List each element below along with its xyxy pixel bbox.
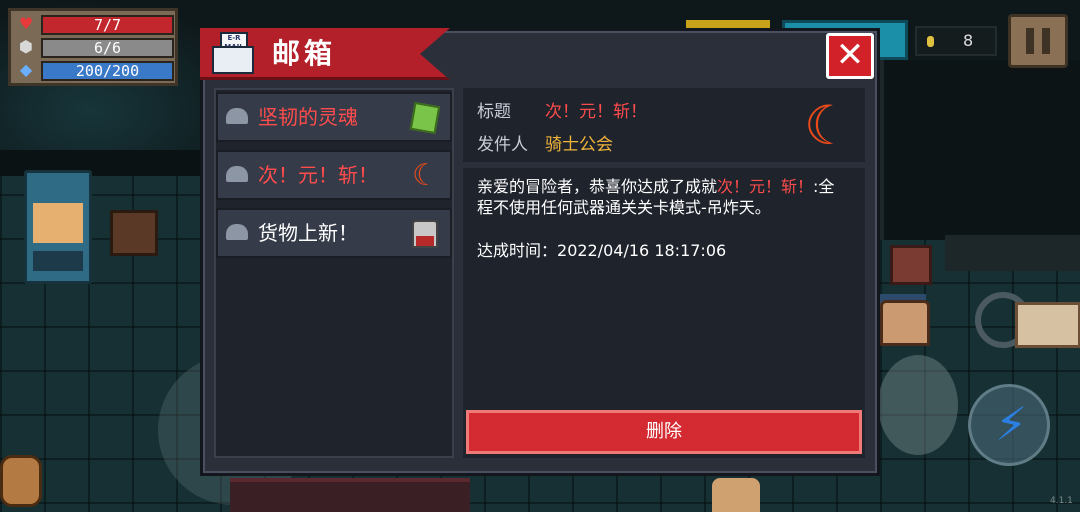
subject-value: 次！元！斩！ <box>545 102 647 122</box>
merchant-stall <box>230 478 470 512</box>
mail-item-new-goods[interactable]: 货物上新！ <box>216 208 452 258</box>
sender-value: 骑士公会 <box>545 135 613 155</box>
green-book-icon <box>409 101 441 135</box>
crescent-moon-icon: ☾ <box>803 94 853 157</box>
weapon-swap-widget[interactable] <box>975 282 1080 350</box>
supply-crate <box>890 245 932 285</box>
mail-item-label: 坚韧的灵魂 <box>258 105 358 129</box>
heart-icon: ♥ <box>18 14 34 33</box>
right-wall <box>880 60 1080 240</box>
mail-body-text: 亲爱的冒险者，恭喜你达成了成就次！元！斩！:全程不使用任何武器通关关卡模式-吊炸… <box>477 176 847 218</box>
pet-dog <box>0 455 42 507</box>
right-ledge <box>945 235 1080 271</box>
treasure-chest <box>110 210 158 256</box>
pause-button[interactable] <box>1008 14 1068 68</box>
mail-list-panel <box>214 88 454 458</box>
armor-bar: 6/6 <box>41 38 174 58</box>
lightning-icon: ⚡ <box>995 397 1028 451</box>
mail-item-label: 次！元！斩！ <box>258 163 378 187</box>
delete-button[interactable]: 删除 <box>466 410 862 454</box>
bottom-npc <box>712 478 760 512</box>
body-achievement: 次！元！斩！ <box>717 177 814 196</box>
coin-icon <box>927 36 934 47</box>
sender-label: 发件人 <box>477 135 528 155</box>
coin-count: 8 <box>963 31 974 50</box>
attack-button[interactable] <box>878 355 958 455</box>
player-stats-panel: ♥ 7/7 ⬢ 6/6 ◆ 200/200 <box>8 8 178 86</box>
envelope-icon <box>226 166 248 182</box>
crescent-moon-icon: ☾ <box>412 158 439 193</box>
mail-item-dimension-slash[interactable]: 次！元！斩！ ☾ <box>216 150 452 200</box>
pause-icon <box>1026 28 1050 54</box>
hp-bar: 7/7 <box>41 15 174 35</box>
time-label: 达成时间： <box>477 241 558 260</box>
close-button[interactable]: ✕ <box>826 33 874 79</box>
subject-label: 标题 <box>477 102 511 122</box>
version-label: 4.1.1 <box>1050 496 1073 506</box>
body-prefix: 亲爱的冒险者，恭喜你达成了成就 <box>477 177 718 196</box>
gacha-machine <box>24 170 92 284</box>
shield-icon: ⬢ <box>19 37 33 56</box>
time-value: 2022/04/16 18:17:06 <box>557 241 727 260</box>
mail-icon: E-R MAIL <box>212 32 258 76</box>
npc-character <box>880 300 930 346</box>
mail-item-label: 货物上新！ <box>258 221 358 245</box>
energy-bar: 200/200 <box>41 61 174 81</box>
envelope <box>212 46 254 74</box>
envelope-icon <box>226 108 248 124</box>
energy-gem-icon: ◆ <box>19 60 33 79</box>
coin-counter: 8 <box>915 26 997 56</box>
cat-merchant-icon <box>412 220 438 248</box>
skill-button[interactable]: ⚡ <box>968 384 1050 466</box>
mailbox-title: 邮箱 <box>272 37 337 70</box>
achievement-time: 达成时间：2022/04/16 18:17:06 <box>477 240 847 261</box>
envelope-icon <box>226 224 248 240</box>
mail-item-tough-soul[interactable]: 坚韧的灵魂 <box>216 92 452 142</box>
